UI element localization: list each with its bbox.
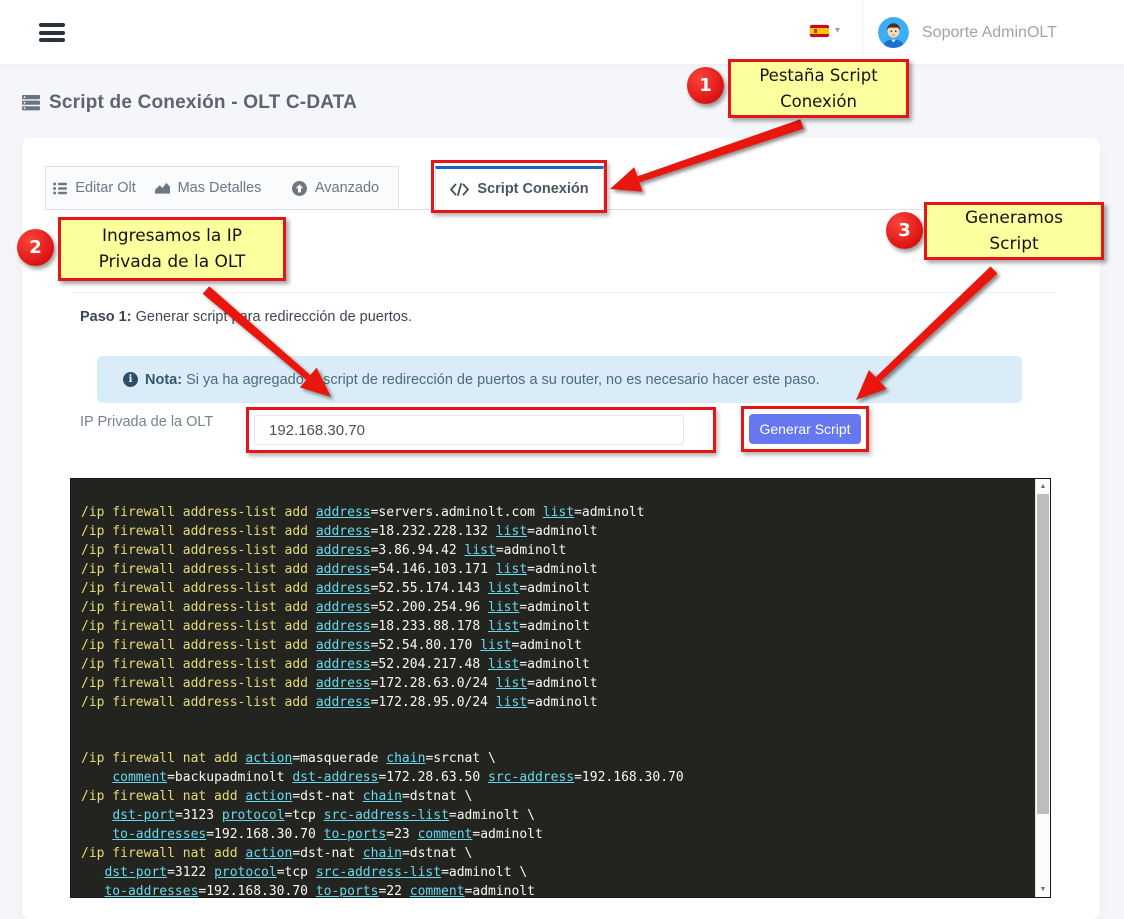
- page-title: Script de Conexión - OLT C-DATA: [49, 92, 357, 114]
- info-alert: i Nota: Si ya ha agregado el script de r…: [97, 356, 1022, 403]
- annotation-note-2: Ingresamos la IP Privada de la OLT: [58, 217, 286, 281]
- generate-script-button[interactable]: Generar Script: [749, 414, 861, 444]
- list-icon: [53, 182, 67, 195]
- tab-editar-olt[interactable]: Editar Olt: [45, 166, 144, 210]
- chevron-down-icon: ▾: [835, 26, 840, 36]
- server-icon: [22, 95, 40, 111]
- annotation-number-2: 2: [17, 229, 54, 266]
- annotation-note-1: Pestaña Script Conexión: [728, 59, 909, 118]
- scroll-up-arrow[interactable]: ▲: [1036, 479, 1050, 494]
- tab-avanzado[interactable]: Avanzado: [273, 166, 399, 210]
- scroll-down-arrow[interactable]: ▼: [1036, 882, 1050, 897]
- hamburger-icon[interactable]: [39, 23, 65, 42]
- section-header: Script de Conexión - OLT C-DATA: [22, 92, 357, 114]
- script-output-block: /ip firewall address-list add address=se…: [70, 478, 1051, 898]
- info-icon: i: [123, 372, 138, 387]
- user-menu[interactable]: Soporte AdminOLT: [878, 17, 1057, 48]
- language-selector[interactable]: ▾: [810, 25, 840, 37]
- annotation-number-3: 3: [886, 212, 923, 249]
- user-name: Soporte AdminOLT: [922, 24, 1057, 42]
- step-label: Paso 1:: [80, 309, 132, 325]
- ip-label: IP Privada de la OLT: [80, 414, 213, 430]
- annotation-note-3: Generamos Script: [924, 202, 1104, 260]
- script-code[interactable]: /ip firewall address-list add address=se…: [71, 479, 1035, 897]
- code-scrollbar[interactable]: ▲ ▼: [1035, 479, 1050, 897]
- divider: [72, 292, 1054, 293]
- annotation-highlight-input: [246, 407, 716, 453]
- tab-mas-detalles[interactable]: Mas Detalles: [143, 166, 274, 210]
- note-label: Nota:: [145, 372, 182, 388]
- tab-label: Mas Detalles: [178, 180, 262, 196]
- user-avatar: [878, 17, 909, 48]
- annotation-number-1: 1: [687, 67, 724, 104]
- note-content: Nota: Si ya ha agregado el script de red…: [145, 372, 820, 388]
- tab-script-conexion[interactable]: Script Conexión: [435, 166, 604, 210]
- chart-area-icon: [155, 182, 170, 195]
- tab-label: Editar Olt: [75, 180, 135, 196]
- arrow-circle-up-icon: [292, 181, 307, 196]
- ip-input[interactable]: [254, 415, 684, 445]
- scrollbar-thumb[interactable]: [1037, 494, 1049, 814]
- spain-flag-icon: [810, 25, 829, 37]
- header-divider: [862, 0, 863, 65]
- tab-label: Script Conexión: [477, 181, 588, 197]
- top-navbar: ▾ Soporte: [0, 0, 1124, 65]
- tab-label: Avanzado: [315, 180, 379, 196]
- code-icon: [450, 183, 469, 196]
- step-text: Paso 1: Generar script para redirección …: [80, 309, 412, 325]
- app-root: ▾ Soporte: [0, 0, 1124, 919]
- annotation-highlight-button: Generar Script: [741, 406, 869, 452]
